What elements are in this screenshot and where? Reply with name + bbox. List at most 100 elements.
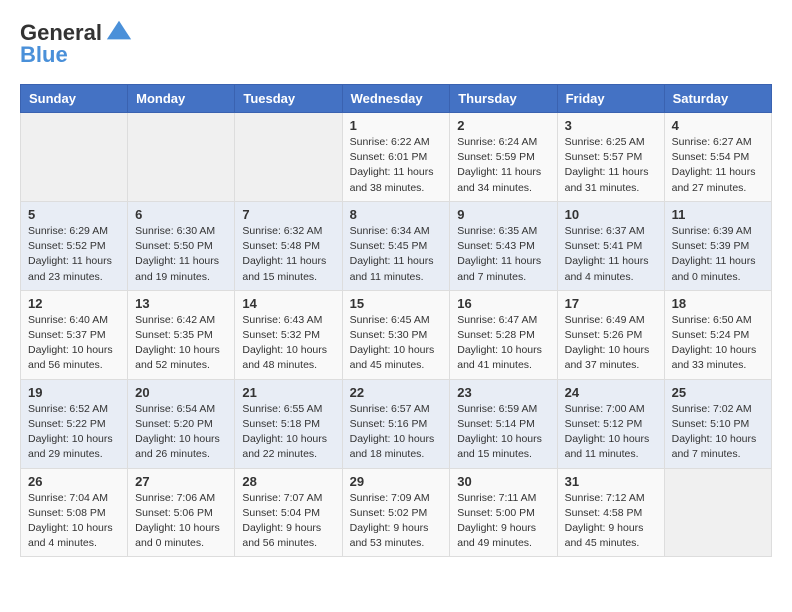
calendar-week-5: 26Sunrise: 7:04 AM Sunset: 5:08 PM Dayli… bbox=[21, 468, 772, 557]
page-header: General Blue bbox=[20, 20, 772, 68]
day-info: Sunrise: 7:02 AM Sunset: 5:10 PM Dayligh… bbox=[672, 402, 764, 463]
day-info: Sunrise: 6:35 AM Sunset: 5:43 PM Dayligh… bbox=[457, 224, 549, 285]
day-info: Sunrise: 6:34 AM Sunset: 5:45 PM Dayligh… bbox=[350, 224, 443, 285]
calendar-cell: 13Sunrise: 6:42 AM Sunset: 5:35 PM Dayli… bbox=[128, 290, 235, 379]
day-number: 13 bbox=[135, 296, 227, 311]
day-info: Sunrise: 7:12 AM Sunset: 4:58 PM Dayligh… bbox=[565, 491, 657, 552]
calendar-cell: 17 Sunrise: 6:49 AM Sunset: 5:26 PM Dayli… bbox=[557, 290, 664, 379]
day-number: 6 bbox=[135, 207, 227, 222]
calendar-cell: 30 Sunrise: 7:11 AM Sunset: 5:00 PM Dayli… bbox=[450, 468, 557, 557]
day-info: Sunrise: 7:11 AM Sunset: 5:00 PM Dayligh… bbox=[457, 491, 549, 552]
calendar-cell: 22 Sunrise: 6:57 AM Sunset: 5:16 PM Dayli… bbox=[342, 379, 450, 468]
day-number: 22 bbox=[350, 385, 443, 400]
calendar-cell bbox=[235, 113, 342, 202]
calendar-cell: 14Sunrise: 6:43 AM Sunset: 5:32 PM Dayli… bbox=[235, 290, 342, 379]
weekday-header-row: SundayMondayTuesdayWednesdayThursdayFrid… bbox=[21, 85, 772, 113]
day-number: 20 bbox=[135, 385, 227, 400]
day-number: 25 bbox=[672, 385, 764, 400]
day-info: Sunrise: 6:49 AM Sunset: 5:26 PM Dayligh… bbox=[565, 313, 657, 374]
weekday-header-monday: Monday bbox=[128, 85, 235, 113]
day-number: 9 bbox=[457, 207, 549, 222]
day-info: Sunrise: 6:57 AM Sunset: 5:16 PM Dayligh… bbox=[350, 402, 443, 463]
calendar-cell: 15 Sunrise: 6:45 AM Sunset: 5:30 PM Dayli… bbox=[342, 290, 450, 379]
calendar-cell: 11 Sunrise: 6:39 AM Sunset: 5:39 PM Dayli… bbox=[664, 201, 771, 290]
day-number: 18 bbox=[672, 296, 764, 311]
day-info: Sunrise: 7:06 AM Sunset: 5:06 PM Dayligh… bbox=[135, 491, 227, 552]
calendar-cell: 27 Sunrise: 7:06 AM Sunset: 5:06 PM Dayli… bbox=[128, 468, 235, 557]
day-info: Sunrise: 6:29 AM Sunset: 5:52 PM Dayligh… bbox=[28, 224, 120, 285]
day-info: Sunrise: 7:00 AM Sunset: 5:12 PM Dayligh… bbox=[565, 402, 657, 463]
day-info: Sunrise: 7:09 AM Sunset: 5:02 PM Dayligh… bbox=[350, 491, 443, 552]
day-number: 28 bbox=[242, 474, 334, 489]
calendar-cell: 8 Sunrise: 6:34 AM Sunset: 5:45 PM Daylig… bbox=[342, 201, 450, 290]
day-number: 31 bbox=[565, 474, 657, 489]
day-info: Sunrise: 6:43 AM Sunset: 5:32 PM Dayligh… bbox=[242, 313, 334, 374]
calendar-week-4: 19Sunrise: 6:52 AM Sunset: 5:22 PM Dayli… bbox=[21, 379, 772, 468]
calendar-cell bbox=[128, 113, 235, 202]
day-number: 2 bbox=[457, 118, 549, 133]
day-number: 4 bbox=[672, 118, 764, 133]
calendar-cell: 7 Sunrise: 6:32 AM Sunset: 5:48 PM Daylig… bbox=[235, 201, 342, 290]
calendar-table: SundayMondayTuesdayWednesdayThursdayFrid… bbox=[20, 84, 772, 557]
weekday-header-friday: Friday bbox=[557, 85, 664, 113]
day-number: 23 bbox=[457, 385, 549, 400]
day-number: 15 bbox=[350, 296, 443, 311]
day-number: 3 bbox=[565, 118, 657, 133]
calendar-cell: 20Sunrise: 6:54 AM Sunset: 5:20 PM Dayli… bbox=[128, 379, 235, 468]
day-info: Sunrise: 7:07 AM Sunset: 5:04 PM Dayligh… bbox=[242, 491, 334, 552]
day-number: 10 bbox=[565, 207, 657, 222]
day-info: Sunrise: 6:59 AM Sunset: 5:14 PM Dayligh… bbox=[457, 402, 549, 463]
calendar-cell: 24 Sunrise: 7:00 AM Sunset: 5:12 PM Dayli… bbox=[557, 379, 664, 468]
day-number: 5 bbox=[28, 207, 120, 222]
calendar-cell: 21Sunrise: 6:55 AM Sunset: 5:18 PM Dayli… bbox=[235, 379, 342, 468]
calendar-cell: 29 Sunrise: 7:09 AM Sunset: 5:02 PM Dayli… bbox=[342, 468, 450, 557]
logo-icon bbox=[105, 17, 133, 45]
calendar-cell: 31 Sunrise: 7:12 AM Sunset: 4:58 PM Dayli… bbox=[557, 468, 664, 557]
calendar-cell: 19Sunrise: 6:52 AM Sunset: 5:22 PM Dayli… bbox=[21, 379, 128, 468]
day-number: 7 bbox=[242, 207, 334, 222]
day-number: 21 bbox=[242, 385, 334, 400]
calendar-cell: 3 Sunrise: 6:25 AM Sunset: 5:57 PM Daylig… bbox=[557, 113, 664, 202]
day-info: Sunrise: 6:22 AM Sunset: 6:01 PM Dayligh… bbox=[350, 135, 443, 196]
day-info: Sunrise: 6:47 AM Sunset: 5:28 PM Dayligh… bbox=[457, 313, 549, 374]
weekday-header-wednesday: Wednesday bbox=[342, 85, 450, 113]
calendar-cell: 28 Sunrise: 7:07 AM Sunset: 5:04 PM Dayli… bbox=[235, 468, 342, 557]
day-number: 11 bbox=[672, 207, 764, 222]
day-number: 16 bbox=[457, 296, 549, 311]
calendar-cell bbox=[664, 468, 771, 557]
calendar-cell bbox=[21, 113, 128, 202]
calendar-cell: 2Sunrise: 6:24 AM Sunset: 5:59 PM Daylig… bbox=[450, 113, 557, 202]
calendar-cell: 25 Sunrise: 7:02 AM Sunset: 5:10 PM Dayli… bbox=[664, 379, 771, 468]
day-number: 8 bbox=[350, 207, 443, 222]
day-info: Sunrise: 6:25 AM Sunset: 5:57 PM Dayligh… bbox=[565, 135, 657, 196]
day-number: 1 bbox=[350, 118, 443, 133]
calendar-week-1: 1 Sunrise: 6:22 AM Sunset: 6:01 PM Daylig… bbox=[21, 113, 772, 202]
day-info: Sunrise: 6:32 AM Sunset: 5:48 PM Dayligh… bbox=[242, 224, 334, 285]
day-info: Sunrise: 7:04 AM Sunset: 5:08 PM Dayligh… bbox=[28, 491, 120, 552]
day-number: 27 bbox=[135, 474, 227, 489]
weekday-header-saturday: Saturday bbox=[664, 85, 771, 113]
day-info: Sunrise: 6:45 AM Sunset: 5:30 PM Dayligh… bbox=[350, 313, 443, 374]
day-info: Sunrise: 6:30 AM Sunset: 5:50 PM Dayligh… bbox=[135, 224, 227, 285]
calendar-week-2: 5 Sunrise: 6:29 AM Sunset: 5:52 PM Daylig… bbox=[21, 201, 772, 290]
day-info: Sunrise: 6:40 AM Sunset: 5:37 PM Dayligh… bbox=[28, 313, 120, 374]
day-number: 12 bbox=[28, 296, 120, 311]
calendar-cell: 12 Sunrise: 6:40 AM Sunset: 5:37 PM Dayli… bbox=[21, 290, 128, 379]
day-number: 17 bbox=[565, 296, 657, 311]
calendar-cell: 9 Sunrise: 6:35 AM Sunset: 5:43 PM Daylig… bbox=[450, 201, 557, 290]
logo-blue-text: Blue bbox=[20, 42, 68, 68]
weekday-header-tuesday: Tuesday bbox=[235, 85, 342, 113]
calendar-cell: 10 Sunrise: 6:37 AM Sunset: 5:41 PM Dayli… bbox=[557, 201, 664, 290]
day-number: 24 bbox=[565, 385, 657, 400]
day-number: 29 bbox=[350, 474, 443, 489]
day-number: 19 bbox=[28, 385, 120, 400]
day-info: Sunrise: 6:39 AM Sunset: 5:39 PM Dayligh… bbox=[672, 224, 764, 285]
day-info: Sunrise: 6:37 AM Sunset: 5:41 PM Dayligh… bbox=[565, 224, 657, 285]
calendar-week-3: 12 Sunrise: 6:40 AM Sunset: 5:37 PM Dayli… bbox=[21, 290, 772, 379]
calendar-cell: 18Sunrise: 6:50 AM Sunset: 5:24 PM Dayli… bbox=[664, 290, 771, 379]
calendar-cell: 5 Sunrise: 6:29 AM Sunset: 5:52 PM Daylig… bbox=[21, 201, 128, 290]
calendar-cell: 6 Sunrise: 6:30 AM Sunset: 5:50 PM Daylig… bbox=[128, 201, 235, 290]
day-number: 30 bbox=[457, 474, 549, 489]
logo: General Blue bbox=[20, 20, 133, 68]
calendar-cell: 23 Sunrise: 6:59 AM Sunset: 5:14 PM Dayli… bbox=[450, 379, 557, 468]
